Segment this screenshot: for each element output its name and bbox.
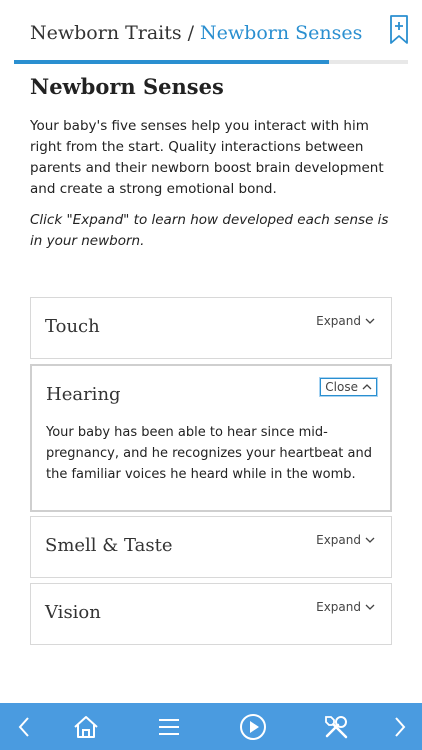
home-icon	[74, 715, 98, 738]
expand-button[interactable]: Expand	[316, 533, 375, 547]
bookmark-add-icon[interactable]	[388, 14, 410, 46]
play-icon	[240, 713, 266, 740]
menu-icon	[159, 718, 179, 735]
tools-icon	[325, 715, 348, 738]
accordion-title[interactable]: Vision	[45, 602, 101, 623]
expand-label: Expand	[316, 314, 361, 328]
expand-label: Expand	[316, 533, 361, 547]
accordion-smell-taste: Smell & Taste Expand	[30, 516, 392, 578]
breadcrumb-separator: /	[187, 22, 195, 44]
bottom-nav-bar	[0, 703, 422, 750]
chevron-down-icon	[365, 537, 375, 543]
expand-button[interactable]: Expand	[316, 600, 375, 614]
chevron-down-icon	[365, 318, 375, 324]
breadcrumb-current: Newborn Senses	[200, 22, 363, 44]
progress-bar	[14, 60, 408, 64]
chevron-up-icon	[362, 384, 372, 390]
intro-text: Your baby's five senses help you interac…	[30, 118, 384, 197]
home-button[interactable]	[64, 703, 108, 750]
chevron-down-icon	[365, 604, 375, 610]
next-button[interactable]	[378, 703, 422, 750]
breadcrumb: Newborn Traits / Newborn Senses	[30, 22, 362, 44]
expand-button[interactable]: Expand	[316, 314, 375, 328]
progress-fill	[14, 60, 330, 64]
instruction-text: Click "Expand" to learn how developed ea…	[30, 212, 389, 249]
accordion-body: Your baby has been able to hear since mi…	[46, 425, 372, 482]
breadcrumb-parent[interactable]: Newborn Traits	[30, 22, 182, 44]
accordion-touch: Touch Expand	[30, 297, 392, 359]
accordion-vision: Vision Expand	[30, 583, 392, 645]
header: Newborn Traits / Newborn Senses	[0, 0, 422, 66]
tools-button[interactable]	[314, 703, 358, 750]
close-button[interactable]: Close	[320, 378, 377, 396]
accordion-title[interactable]: Smell & Taste	[45, 535, 173, 556]
close-label: Close	[325, 380, 358, 394]
play-button[interactable]	[231, 703, 275, 750]
chevron-left-icon	[18, 716, 29, 737]
accordion-title[interactable]: Hearing	[46, 384, 121, 405]
previous-button[interactable]	[2, 703, 46, 750]
menu-button[interactable]	[147, 703, 191, 750]
accordion-hearing: Hearing Close Your baby has been able to…	[30, 364, 392, 512]
expand-label: Expand	[316, 600, 361, 614]
chevron-right-icon	[395, 716, 406, 737]
page-title: Newborn Senses	[30, 74, 224, 99]
accordion-title[interactable]: Touch	[45, 316, 100, 337]
